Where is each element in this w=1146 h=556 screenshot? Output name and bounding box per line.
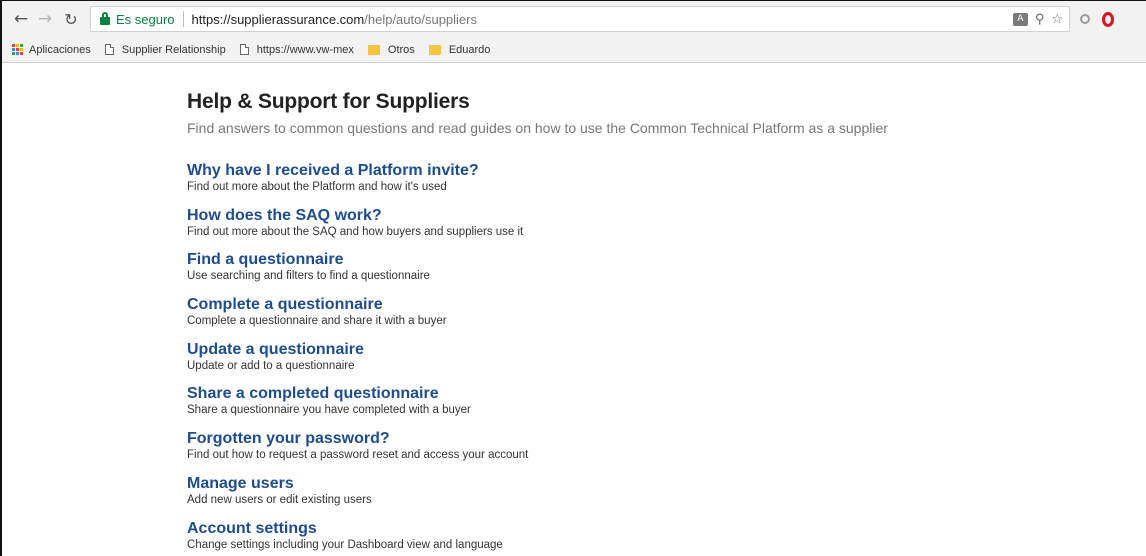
topic-description: Add new users or edit existing users: [187, 493, 372, 506]
url-path: /help/auto/suppliers: [364, 11, 477, 27]
apps-icon: [12, 44, 23, 55]
forward-arrow-icon[interactable]: →: [34, 9, 56, 29]
topic-link-find-questionnaire[interactable]: Find a questionnaire: [187, 250, 1087, 269]
bookmark-label: Otros: [387, 43, 415, 56]
topic-link-forgotten-password[interactable]: Forgotten your password?: [187, 429, 1087, 448]
bookmark-label: Aplicaciones: [29, 43, 91, 56]
help-topic: Share a completed questionnaire Share a …: [187, 384, 1087, 429]
topic-description: Use searching and filters to find a ques…: [187, 270, 430, 283]
reload-icon[interactable]: ↻: [60, 10, 82, 29]
topic-link-manage-users[interactable]: Manage users: [187, 474, 1087, 493]
topic-description: Find out how to request a password reset…: [187, 449, 529, 462]
address-divider: [182, 11, 184, 27]
topic-link-platform-invite[interactable]: Why have I received a Platform invite?: [187, 161, 1087, 180]
bookmarks-bar: Aplicaciones Supplier Relationship https…: [2, 37, 1146, 63]
bookmark-supplier-relationship[interactable]: Supplier Relationship: [104, 43, 226, 56]
help-topic: Why have I received a Platform invite? F…: [187, 161, 1087, 206]
folder-icon: [428, 44, 441, 55]
help-topics-list: Why have I received a Platform invite? F…: [187, 161, 1087, 556]
topic-link-share-questionnaire[interactable]: Share a completed questionnaire: [187, 384, 1087, 403]
url-base: https://supplierassurance.com: [191, 11, 365, 27]
help-topic: Update a questionnaire Update or add to …: [187, 340, 1087, 385]
page-icon: [239, 44, 249, 55]
bookmark-star-icon[interactable]: ☆: [1051, 12, 1063, 27]
bookmark-label: Eduardo: [448, 43, 491, 56]
bookmark-label: Supplier Relationship: [121, 43, 226, 56]
topic-description: Update or add to a questionnaire: [187, 359, 355, 372]
back-arrow-icon[interactable]: ←: [10, 9, 32, 29]
help-topic: How does the SAQ work? Find out more abo…: [187, 206, 1087, 251]
help-topic: Forgotten your password? Find out how to…: [187, 429, 1087, 474]
topic-link-saq[interactable]: How does the SAQ work?: [187, 206, 1087, 225]
help-topic: Find a questionnaire Use searching and f…: [187, 250, 1087, 295]
page-subtitle: Find answers to common questions and rea…: [187, 120, 888, 136]
topic-description: Change settings including your Dashboard…: [187, 538, 503, 551]
help-topic: Account settings Change settings includi…: [187, 519, 1087, 556]
topic-description: Find out more about the SAQ and how buye…: [187, 225, 524, 238]
secure-label: Es seguro: [116, 11, 175, 27]
topic-link-account-settings[interactable]: Account settings: [187, 519, 1087, 538]
bookmark-label: https://www.vw-mex: [256, 43, 354, 56]
bookmark-apps[interactable]: Aplicaciones: [12, 44, 91, 56]
bookmark-eduardo[interactable]: Eduardo: [428, 43, 491, 56]
bookmark-otros[interactable]: Otros: [367, 43, 415, 56]
opera-icon[interactable]: [1102, 11, 1114, 27]
topic-description: Complete a questionnaire and share it wi…: [187, 315, 447, 328]
extension-circle-icon[interactable]: [1080, 14, 1090, 24]
page-icon: [104, 44, 114, 55]
zoom-icon[interactable]: ⚲: [1035, 12, 1045, 27]
lock-icon: [99, 12, 111, 26]
address-bar[interactable]: Es seguro https://supplierassurance.com /…: [90, 6, 1070, 32]
topic-description: Share a questionnaire you have completed…: [187, 404, 471, 417]
topic-link-complete-questionnaire[interactable]: Complete a questionnaire: [187, 295, 1087, 314]
help-topic: Complete a questionnaire Complete a ques…: [187, 295, 1087, 340]
browser-toolbar: ← → ↻ Es seguro https://supplierassuranc…: [2, 1, 1146, 37]
folder-icon: [367, 44, 380, 55]
page-title: Help & Support for Suppliers: [187, 90, 470, 113]
main-content: Help & Support for Suppliers Find answer…: [187, 90, 1087, 556]
bookmark-vw-mex[interactable]: https://www.vw-mex: [239, 43, 354, 56]
translate-icon[interactable]: A: [1012, 12, 1028, 26]
help-topic: Manage users Add new users or edit exist…: [187, 474, 1087, 519]
topic-link-update-questionnaire[interactable]: Update a questionnaire: [187, 340, 1087, 359]
topic-description: Find out more about the Platform and how…: [187, 181, 447, 193]
